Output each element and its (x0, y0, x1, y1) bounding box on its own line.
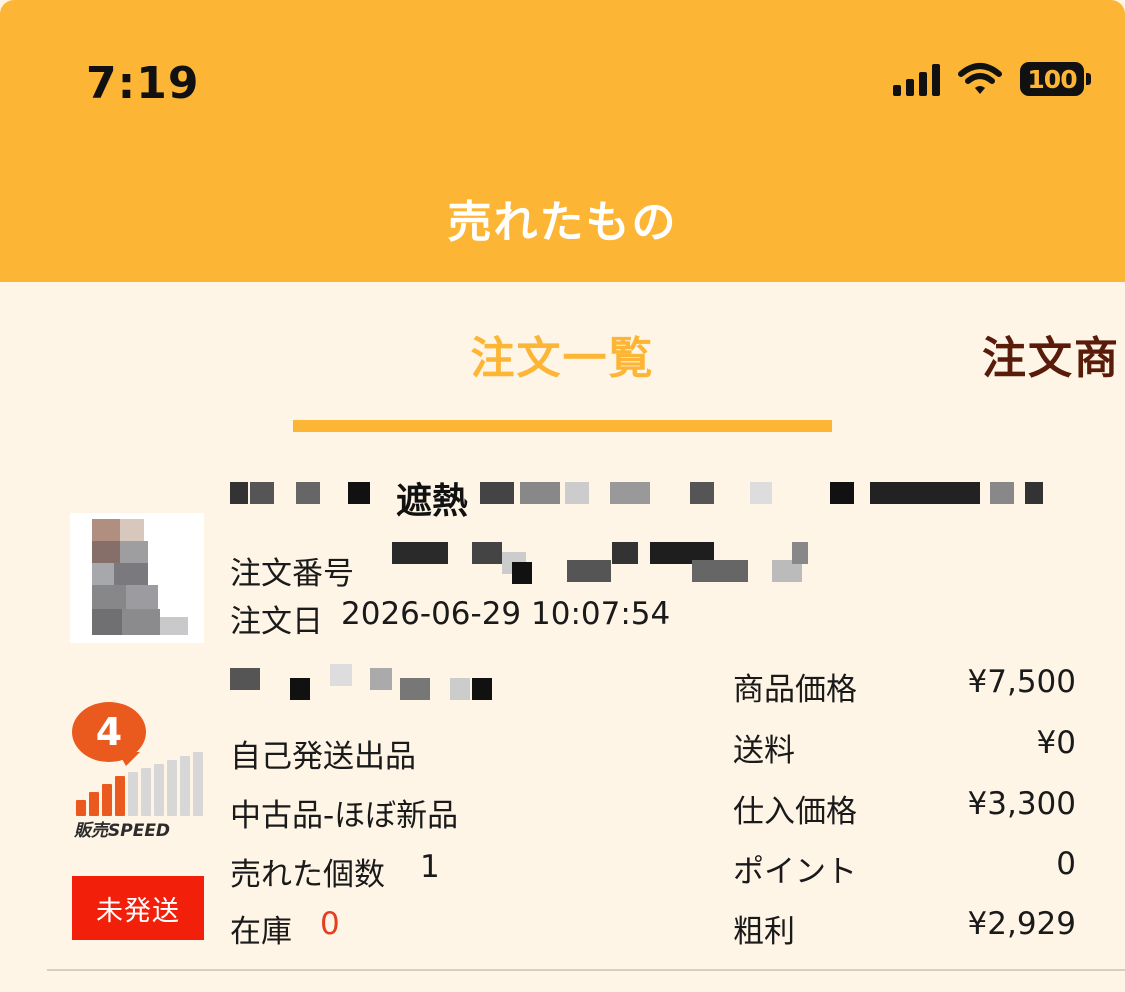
price-label-cost: 仕入価格 (733, 794, 857, 830)
redacted-asin (230, 664, 492, 700)
speed-bars-icon (76, 748, 204, 816)
tab-order-items[interactable]: 注文商 (982, 322, 1120, 386)
sold-count-label: 売れた個数 (230, 857, 385, 893)
price-label-profit: 粗利 (733, 914, 795, 950)
redacted-order-number (392, 542, 812, 584)
battery-level: 100 (1020, 62, 1084, 96)
price-label-item: 商品価格 (733, 672, 857, 708)
row-divider (47, 969, 1125, 971)
stock-count: 0 (320, 906, 340, 942)
page-title: 売れたもの (447, 197, 678, 248)
price-value-item: ¥7,500 (967, 664, 1076, 700)
tab-order-list[interactable]: 注文一覧 (293, 322, 832, 386)
active-tab-indicator (293, 420, 832, 432)
stock-label: 在庫 (230, 914, 292, 950)
price-value-shipping: ¥0 (1036, 725, 1076, 761)
item-condition: 中古品-ほぼ新品 (230, 798, 459, 834)
price-label-points: ポイント (733, 854, 857, 890)
product-title[interactable]: 遮熱 (396, 472, 468, 524)
sales-speed-badge: 4 販売SPEED (70, 700, 210, 841)
price-value-points: 0 (1056, 846, 1076, 882)
price-value-cost: ¥3,300 (967, 786, 1076, 822)
redacted-title-prefix (230, 482, 370, 504)
battery-icon: 100 (1020, 62, 1091, 96)
price-label-shipping: 送料 (733, 733, 795, 769)
product-thumbnail[interactable] (70, 513, 204, 643)
order-date: 2026-06-29 10:07:54 (341, 596, 671, 632)
screen: 7:19 100 売れたもの 注文一覧 注文商 遮熱 注文番号 注文日 2026… (0, 0, 1125, 992)
shipping-method: 自己発送出品 (230, 739, 416, 775)
status-time: 7:19 (86, 58, 200, 109)
order-number-label: 注文番号 (230, 556, 354, 592)
sold-count: 1 (420, 849, 440, 885)
order-date-label: 注文日 (230, 604, 323, 640)
app-header: 7:19 100 売れたもの (0, 0, 1125, 282)
speed-label: 販売SPEED (74, 821, 171, 841)
cellular-signal-icon (893, 62, 940, 96)
price-value-profit: ¥2,929 (967, 906, 1076, 942)
wifi-icon (958, 63, 1002, 94)
redacted-title-suffix (480, 482, 1050, 504)
status-icons: 100 (893, 62, 1091, 96)
shipping-status-badge: 未発送 (72, 876, 204, 940)
